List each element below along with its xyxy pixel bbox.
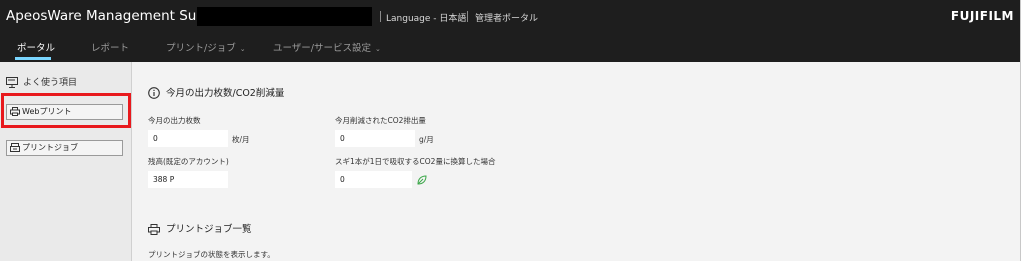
chevron-down-icon: ⌄	[239, 45, 246, 53]
header-bar: ApeosWare Management Suite Language - 日本…	[0, 0, 1020, 35]
print-job-icon	[10, 143, 20, 152]
print-job-list-title: プリントジョブ一覧	[148, 221, 252, 235]
monthly-output-label: 今月の出力枚数	[148, 116, 201, 125]
fujifilm-logo: FUJIFILM	[950, 9, 1014, 23]
cedar-conversion-label: スギ1本が1日で吸収するCO2量に換算した場合	[335, 157, 496, 166]
tab-user-service-settings-label: ユーザー/サービス設定	[273, 43, 372, 54]
main-content: 今月の出力枚数/CO2削減量 今月の出力枚数 0 枚/月 今月削減されたCO2排…	[132, 62, 1020, 261]
favorites-heading-label: よく使う項目	[23, 78, 78, 88]
header-separator	[380, 11, 381, 22]
chevron-down-icon: ⌄	[375, 45, 381, 53]
app-window: ApeosWare Management Suite Language - 日本…	[0, 0, 1021, 261]
tab-print-jobs-label: プリント/ジョブ	[166, 43, 236, 54]
print-job-list-title-label: プリントジョブ一覧	[166, 224, 252, 235]
co2-reduction-label: 今月削減されたCO2排出量	[335, 116, 426, 125]
header-separator	[467, 11, 468, 22]
monthly-output-value: 0	[148, 130, 228, 147]
admin-portal-link[interactable]: 管理者ポータル	[475, 11, 538, 24]
main-nav: ポータル レポート プリント/ジョブ ⌄ ユーザー/サービス設定 ⌄	[0, 35, 1020, 62]
favorites-heading: よく使う項目	[6, 75, 77, 88]
print-job-list-description: プリントジョブの状態を表示します。	[148, 250, 275, 259]
co2-reduction-unit: g/月	[419, 135, 434, 144]
balance-value: 388 P	[148, 171, 228, 188]
active-tab-indicator	[15, 57, 51, 60]
app-title: ApeosWare Management Suite	[6, 8, 214, 24]
redacted-block	[197, 7, 372, 26]
co2-reduction-value: 0	[335, 130, 415, 147]
monthly-output-title: 今月の出力枚数/CO2削減量	[148, 85, 284, 99]
leaf-icon	[417, 175, 427, 185]
highlight-box	[1, 93, 131, 128]
sidebar: よく使う項目 Webプリント プリントジョブ	[0, 62, 132, 261]
sidebar-item-label: プリントジョブ	[22, 143, 78, 152]
monthly-output-unit: 枚/月	[232, 135, 250, 144]
tab-reports[interactable]: レポート	[91, 40, 129, 54]
language-selector[interactable]: Language - 日本語	[386, 11, 466, 24]
tab-print-jobs[interactable]: プリント/ジョブ ⌄	[166, 40, 246, 54]
balance-label: 残高(既定のアカウント)	[148, 157, 229, 166]
cedar-conversion-value: 0	[335, 171, 412, 188]
tab-user-service-settings[interactable]: ユーザー/サービス設定 ⌄	[273, 40, 381, 54]
monthly-output-title-label: 今月の出力枚数/CO2削減量	[166, 88, 285, 99]
tab-portal[interactable]: ポータル	[17, 40, 55, 54]
sidebar-item-print-jobs[interactable]: プリントジョブ	[6, 140, 123, 156]
favorites-icon	[6, 77, 18, 88]
printer-icon	[148, 224, 160, 235]
info-icon	[148, 87, 160, 99]
